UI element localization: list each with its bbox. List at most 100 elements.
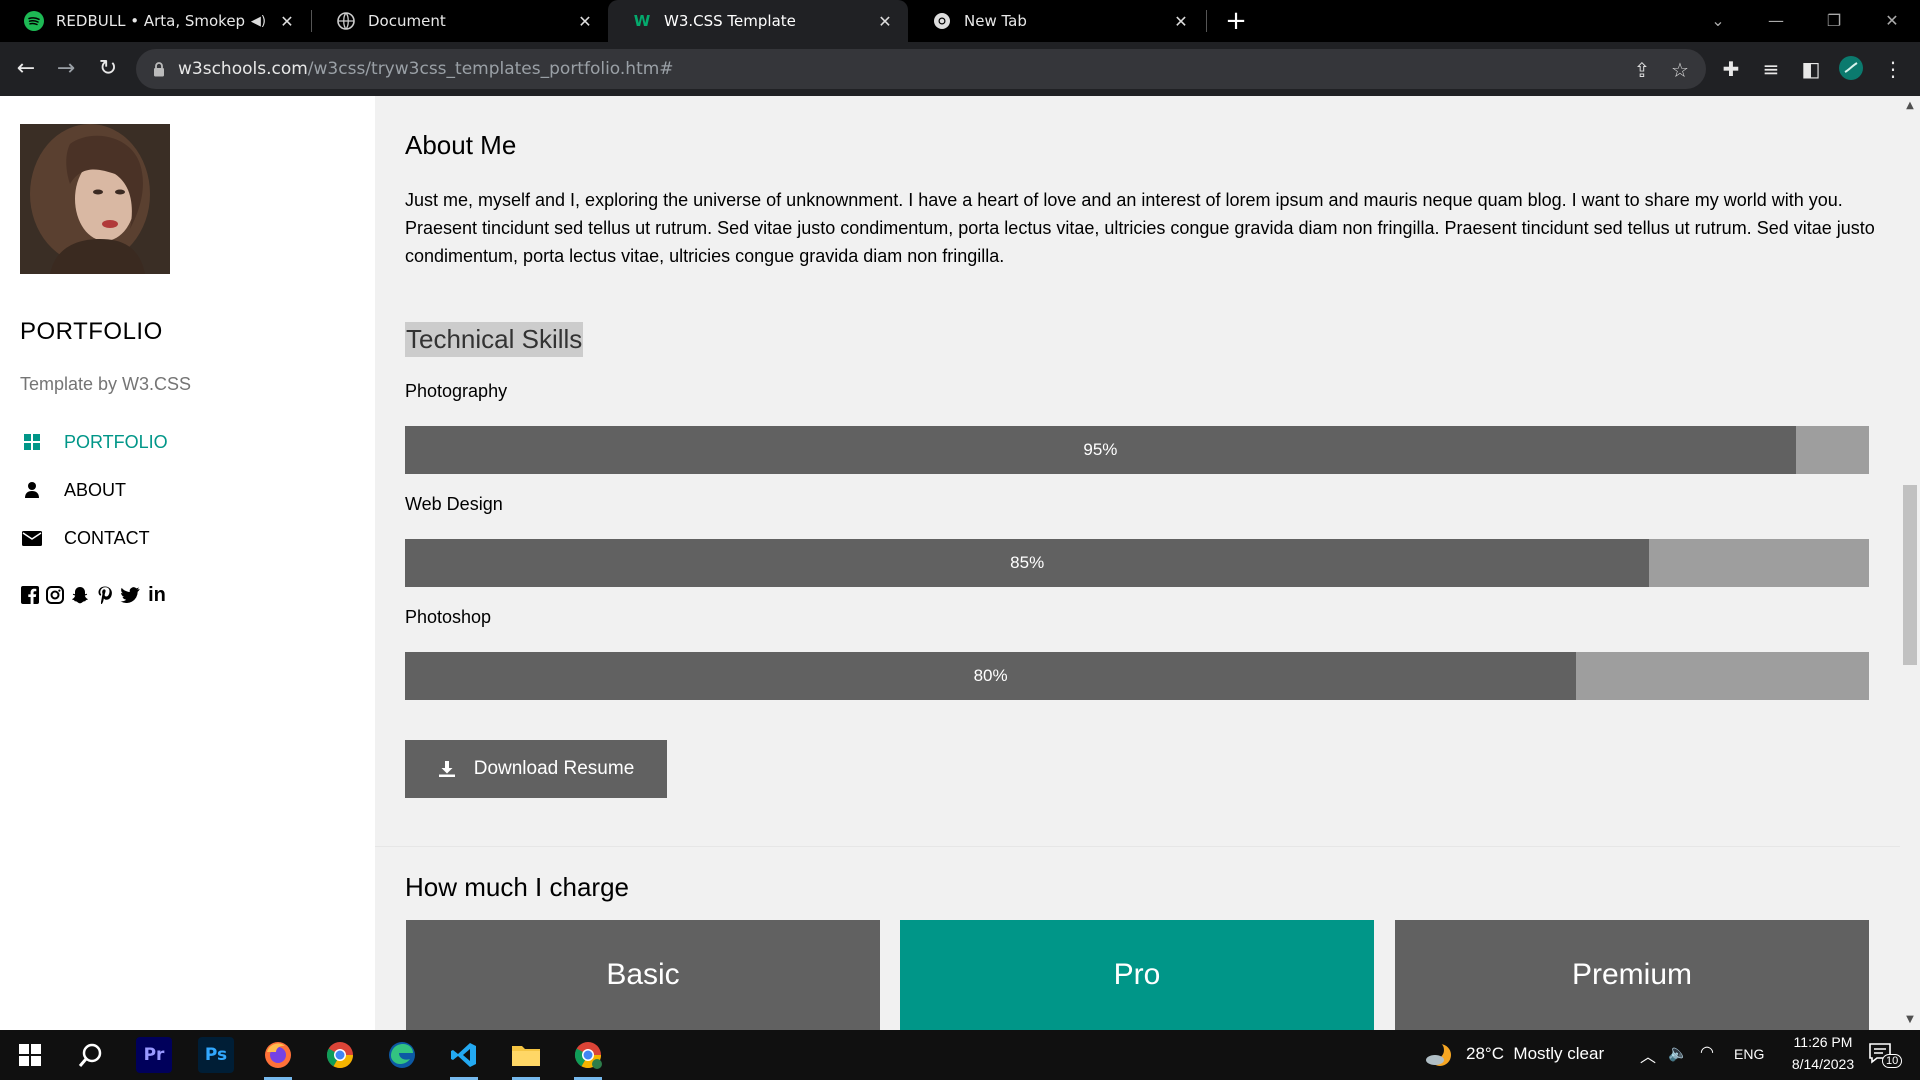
tab-divider xyxy=(1206,10,1207,32)
skill-bar-web-design: 85% xyxy=(405,539,1869,587)
plan-premium[interactable]: Premium xyxy=(1395,920,1869,1030)
back-button[interactable]: ← xyxy=(10,53,42,85)
envelope-icon xyxy=(20,530,44,546)
spotify-icon xyxy=(24,11,44,31)
vscode-icon[interactable] xyxy=(446,1037,482,1080)
url-path: /w3css/tryw3css_templates_portfolio.htm# xyxy=(307,59,674,79)
share-icon[interactable]: ⇪ xyxy=(1630,58,1654,82)
clock-date[interactable]: 8/14/2023 xyxy=(1778,1056,1868,1072)
sidebar: PORTFOLIO Template by W3.CSS PORTFOLIO A… xyxy=(0,96,375,1030)
side-panel-icon[interactable]: ◧ xyxy=(1798,56,1824,82)
url-text[interactable]: w3schools.com/w3css/tryw3css_templates_p… xyxy=(178,59,674,79)
user-icon xyxy=(20,481,44,499)
skill-bar-photography: 95% xyxy=(405,426,1869,474)
reload-button[interactable]: ↻ xyxy=(92,53,124,85)
snapchat-icon[interactable] xyxy=(70,584,90,606)
sidebar-item-label: PORTFOLIO xyxy=(64,431,168,452)
new-tab-button[interactable]: + xyxy=(1220,5,1252,37)
chrome-icon xyxy=(932,11,952,31)
download-resume-label: Download Resume xyxy=(473,758,635,779)
wifi-icon[interactable]: ◠ xyxy=(1700,1042,1714,1062)
tab-spotify[interactable]: REDBULL • Arta, Smokepurpp ◀) ✕ xyxy=(0,0,310,42)
windows-start-icon[interactable] xyxy=(12,1037,48,1073)
speaker-icon[interactable]: ◀) xyxy=(251,14,266,29)
twitter-icon[interactable] xyxy=(120,584,140,606)
browser-menu-icon[interactable]: ⋮ xyxy=(1880,56,1906,82)
tab-search-icon[interactable]: ⌄ xyxy=(1690,0,1746,42)
forward-button[interactable]: → xyxy=(50,53,82,85)
premiere-pro-icon[interactable]: Pr xyxy=(136,1037,172,1073)
media-control-icon[interactable]: ≡ xyxy=(1758,56,1784,82)
profile-avatar-icon[interactable] xyxy=(1838,56,1864,82)
browser-toolbar: ← → ↻ w3schools.com/w3css/tryw3css_templ… xyxy=(0,42,1920,96)
tab-title: W3.CSS Template xyxy=(664,12,796,30)
tab-document[interactable]: Document ✕ xyxy=(312,0,608,42)
sidebar-item-contact[interactable]: CONTACT xyxy=(20,520,150,556)
about-heading: About Me xyxy=(405,130,517,160)
close-window-button[interactable]: ✕ xyxy=(1864,0,1920,42)
plan-pro[interactable]: Pro xyxy=(900,920,1374,1030)
skill-label-photoshop: Photoshop xyxy=(405,607,492,627)
plan-basic[interactable]: Basic xyxy=(406,920,880,1030)
notification-count: 10 xyxy=(1882,1054,1903,1068)
social-links: in xyxy=(20,584,169,606)
language-indicator[interactable]: ENG xyxy=(1734,1046,1764,1062)
facebook-icon[interactable] xyxy=(20,584,40,606)
tab-new-tab[interactable]: New Tab ✕ xyxy=(908,0,1204,42)
minimize-button[interactable]: — xyxy=(1748,0,1804,42)
scroll-up-arrow[interactable]: ▲ xyxy=(1900,98,1920,114)
skill-label-web-design: Web Design xyxy=(405,494,503,514)
chrome-icon[interactable] xyxy=(322,1037,358,1073)
edge-icon[interactable] xyxy=(384,1037,420,1073)
section-divider xyxy=(375,846,1900,847)
photoshop-icon[interactable]: Ps xyxy=(198,1037,234,1073)
grid-icon xyxy=(20,433,44,451)
clock-time[interactable]: 11:26 PM xyxy=(1782,1034,1864,1050)
close-tab-icon[interactable]: ✕ xyxy=(276,12,298,31)
sidebar-brand: PORTFOLIO xyxy=(20,318,163,345)
close-tab-icon[interactable]: ✕ xyxy=(1170,12,1192,31)
globe-icon xyxy=(336,11,356,31)
url-host: w3schools.com xyxy=(178,59,308,79)
plan-name: Premium xyxy=(1571,958,1692,991)
volume-icon[interactable]: 🔈 xyxy=(1668,1043,1688,1063)
file-explorer-icon[interactable] xyxy=(508,1037,544,1080)
search-icon[interactable] xyxy=(72,1037,108,1073)
sidebar-byline: Template by W3.CSS xyxy=(20,374,192,394)
sidebar-item-portfolio[interactable]: PORTFOLIO xyxy=(20,424,168,460)
tab-title: Document xyxy=(368,12,446,30)
sidebar-item-about[interactable]: ABOUT xyxy=(20,472,126,508)
skill-label-photography: Photography xyxy=(405,381,508,401)
close-tab-icon[interactable]: ✕ xyxy=(574,12,596,31)
linkedin-icon[interactable]: in xyxy=(145,584,169,606)
address-bar[interactable]: w3schools.com/w3css/tryw3css_templates_p… xyxy=(136,49,1706,89)
download-resume-button[interactable]: Download Resume xyxy=(405,740,667,798)
sidebar-item-label: ABOUT xyxy=(64,479,127,500)
avatar xyxy=(20,124,170,274)
notification-center-icon[interactable]: 10 xyxy=(1868,1042,1903,1068)
tray-overflow-chevron-icon[interactable]: ︿ xyxy=(1640,1043,1656,1067)
download-icon xyxy=(438,760,456,778)
lock-icon[interactable] xyxy=(150,61,168,77)
weather-text[interactable]: 28°C Mostly clear xyxy=(1466,1044,1604,1064)
skill-bar-fill: 85% xyxy=(405,539,1650,587)
weather-icon[interactable] xyxy=(1424,1040,1454,1074)
main-content: About Me Just me, myself and I, explorin… xyxy=(375,96,1900,1030)
skill-bar-photoshop: 80% xyxy=(405,652,1869,700)
close-tab-icon[interactable]: ✕ xyxy=(874,12,896,31)
windows-taskbar: Pr Ps 28°C Mostly clear ︿ 🔈 ◠ ENG 11:26 … xyxy=(0,1030,1920,1080)
firefox-icon[interactable] xyxy=(260,1037,296,1080)
pinterest-icon[interactable] xyxy=(95,584,115,606)
bookmark-star-icon[interactable]: ☆ xyxy=(1668,58,1692,82)
plan-name: Pro xyxy=(1113,958,1161,991)
chrome-profile-icon[interactable] xyxy=(570,1037,606,1080)
skill-bar-fill: 80% xyxy=(405,652,1577,700)
scrollbar-thumb[interactable] xyxy=(1903,485,1917,665)
tab-title: New Tab xyxy=(964,12,1027,30)
scroll-down-arrow[interactable]: ▼ xyxy=(1900,1012,1920,1028)
extensions-icon[interactable]: ✚ xyxy=(1718,56,1744,82)
restore-button[interactable]: ❐ xyxy=(1806,0,1862,42)
about-paragraph: Just me, myself and I, exploring the uni… xyxy=(405,190,1875,266)
instagram-icon[interactable] xyxy=(45,584,65,606)
tab-w3css-template[interactable]: W W3.CSS Template ✕ xyxy=(608,0,908,42)
